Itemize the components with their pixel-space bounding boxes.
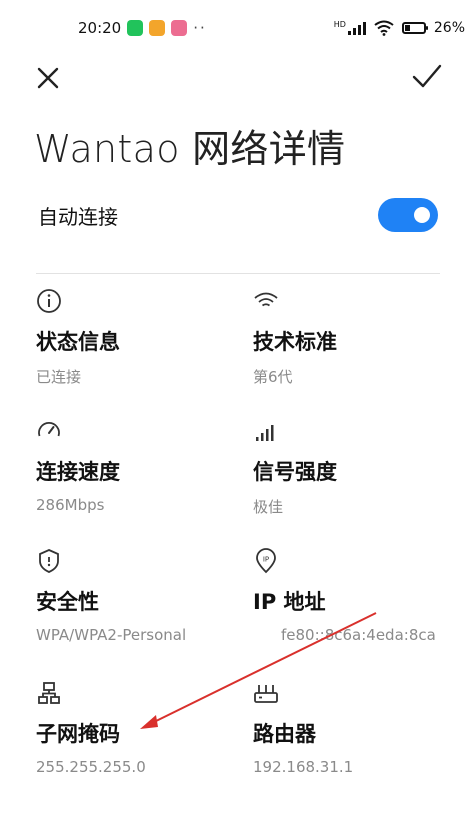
detail-speed: 连接速度 286Mbps (36, 418, 246, 514)
detail-value: 极佳 (253, 498, 284, 516)
detail-router: 路由器 192.168.31.1 (253, 680, 463, 776)
detail-label: 信号强度 (253, 460, 337, 484)
detail-label: 连接速度 (36, 460, 120, 484)
speedometer-icon (38, 422, 60, 437)
detail-status: 状态信息 已连接 (36, 288, 246, 387)
detail-value: 286Mbps (36, 496, 105, 514)
detail-standard: 技术标准 第6代 (253, 288, 463, 387)
network-details-grid: 状态信息 已连接 技术标准 第6代 连接速度 286Mbps 信号强度 极佳 安… (0, 0, 475, 824)
detail-value: 255.255.255.0 (36, 758, 146, 776)
detail-value: WPA/WPA2-Personal (36, 626, 187, 644)
detail-value: 第6代 (253, 368, 293, 386)
detail-ip-address: IP IP 地址 fe80::8c6a:4eda:8ca (253, 548, 463, 644)
network-topology-icon (38, 682, 60, 704)
detail-value: fe80::8c6a:4eda:8ca (281, 626, 436, 644)
signal-strength-icon (256, 425, 274, 441)
detail-label: 路由器 (253, 722, 316, 746)
detail-label: 子网掩码 (36, 722, 120, 746)
detail-value: 已连接 (36, 368, 82, 386)
wifi-icon (254, 292, 278, 307)
detail-label: IP 地址 (253, 590, 326, 614)
detail-value: 192.168.31.1 (253, 758, 354, 776)
router-icon (254, 685, 278, 703)
detail-label: 技术标准 (253, 330, 337, 354)
detail-security: 安全性 WPA/WPA2-Personal (36, 548, 246, 644)
info-icon (37, 289, 61, 313)
shield-icon (39, 549, 59, 573)
detail-signal: 信号强度 极佳 (253, 418, 463, 517)
detail-label: 状态信息 (36, 330, 120, 354)
svg-text:IP: IP (263, 556, 269, 564)
detail-label: 安全性 (36, 590, 99, 614)
detail-subnet-mask: 子网掩码 255.255.255.0 (36, 680, 246, 776)
ip-location-icon: IP (256, 548, 276, 574)
